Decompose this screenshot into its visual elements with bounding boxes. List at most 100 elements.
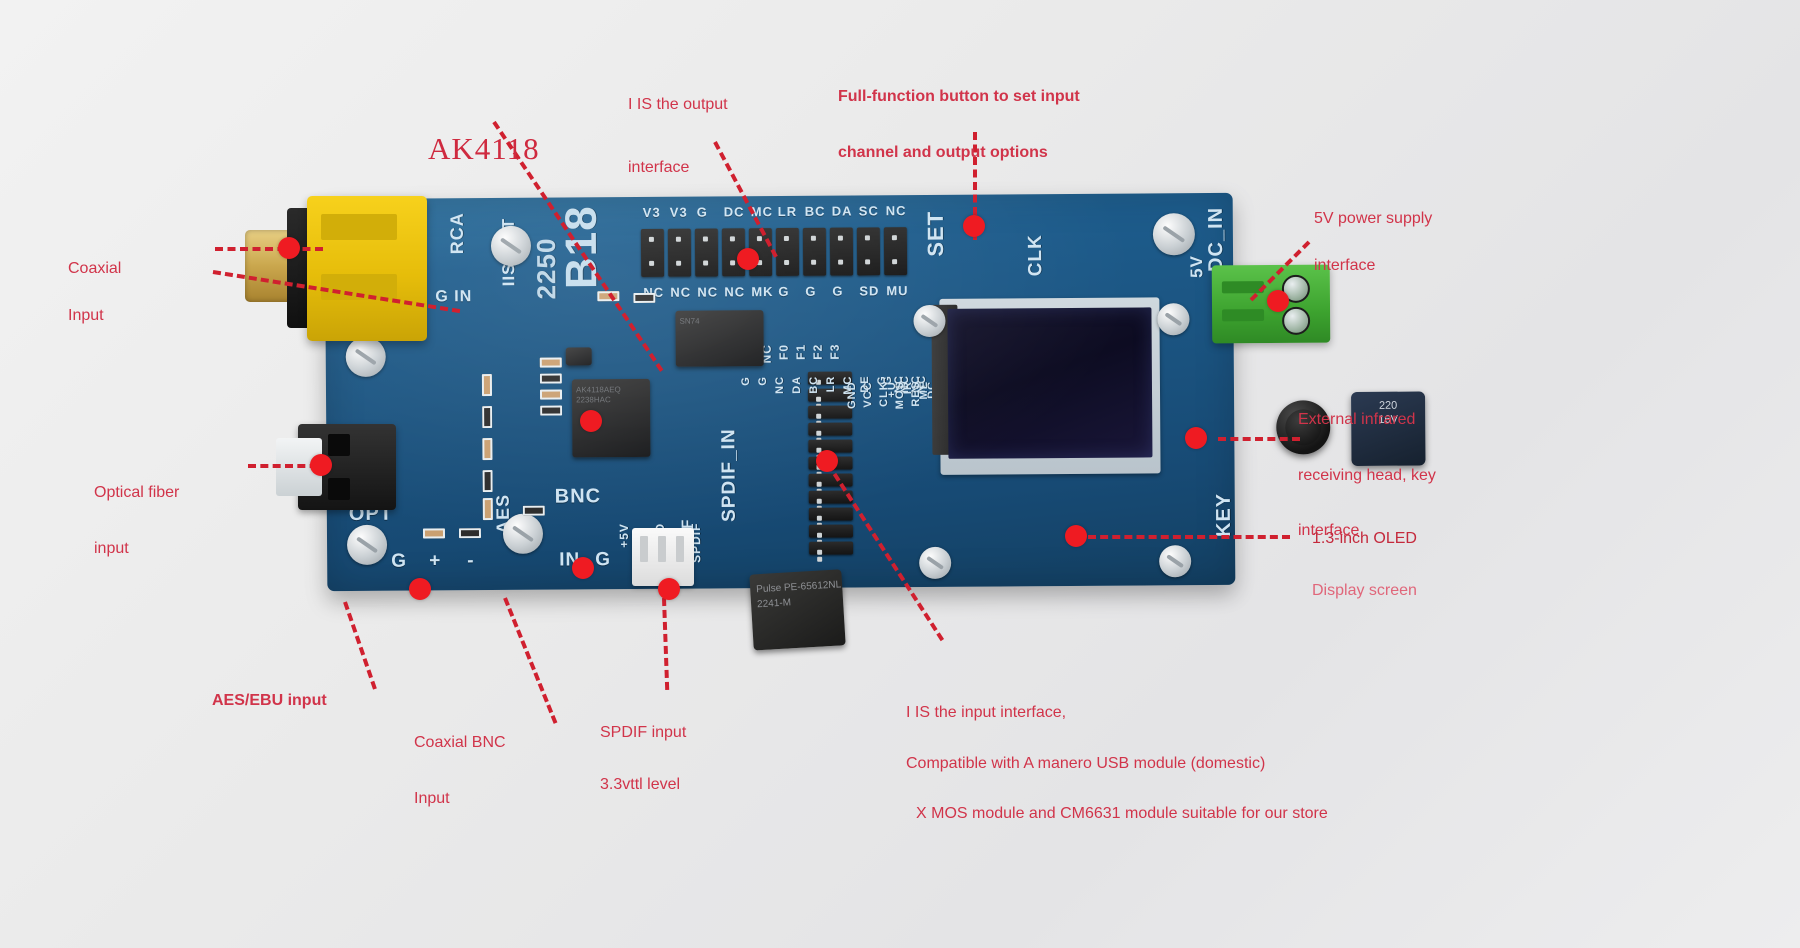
header-pin[interactable] bbox=[856, 227, 881, 276]
marker-dot bbox=[1267, 290, 1289, 312]
pin-label: VCC bbox=[861, 381, 875, 408]
transformer-label: Pulse PE-65612NL 2241-M bbox=[755, 579, 842, 611]
silk-dc-in: DC_IN bbox=[1204, 206, 1228, 273]
pin-label: - bbox=[467, 550, 475, 572]
pin-label: DE bbox=[858, 375, 872, 393]
pin-label: F1 bbox=[793, 343, 808, 360]
pin-label: G bbox=[739, 376, 752, 386]
silk-5v: 5V bbox=[1187, 255, 1207, 278]
oled-screen bbox=[947, 307, 1153, 459]
oled-flex-cable bbox=[931, 304, 959, 455]
header-pin[interactable] bbox=[807, 388, 853, 426]
pin-label: NC bbox=[915, 374, 929, 393]
marker-dot bbox=[572, 557, 594, 579]
mount-hole bbox=[913, 304, 946, 338]
silk-key: KEY bbox=[1212, 492, 1236, 538]
header-pin[interactable] bbox=[667, 228, 692, 277]
annotation-spdif-input: SPDIF input 3.3vttl level bbox=[600, 724, 687, 793]
header-pin[interactable] bbox=[808, 473, 853, 511]
pin-label: G bbox=[875, 375, 888, 385]
pin-label: MK bbox=[751, 284, 774, 300]
annotation-aes-ebu-input: AES/EBU input bbox=[212, 692, 327, 710]
pin-label: SD bbox=[859, 283, 880, 299]
crystal bbox=[565, 347, 592, 366]
pin-label: F2 bbox=[810, 343, 825, 360]
header-pin[interactable] bbox=[807, 371, 852, 409]
mount-hole bbox=[346, 524, 388, 566]
header-pin[interactable] bbox=[808, 405, 853, 443]
pin-label: +5V bbox=[616, 523, 632, 548]
pin-label: + bbox=[429, 550, 442, 572]
pin-label: F0 bbox=[776, 343, 791, 361]
pin-label: G bbox=[756, 376, 769, 386]
header-pin[interactable] bbox=[694, 228, 719, 277]
pin-label: NC bbox=[773, 375, 787, 394]
pin-label: BC bbox=[807, 375, 821, 394]
annotation-full-function-button: Full-function button to set input channe… bbox=[838, 88, 1080, 161]
header-pin[interactable] bbox=[829, 227, 854, 276]
pin-label: NC bbox=[892, 375, 906, 394]
pin-label: DA bbox=[831, 203, 853, 219]
marker-dot bbox=[278, 237, 300, 259]
pin-label: LR bbox=[824, 375, 838, 393]
diagram-canvas: B18 2250 IIS OUT RCA G IN SET CLK 5V DC_… bbox=[0, 0, 1800, 948]
leader-line bbox=[662, 597, 670, 691]
marker-dot bbox=[816, 450, 838, 472]
silk-aes: AES bbox=[492, 493, 513, 535]
pin-label: CLK bbox=[877, 381, 891, 407]
pin-label: BC bbox=[804, 203, 826, 219]
oled-display bbox=[931, 297, 1161, 475]
pcb-board: B18 2250 IIS OUT RCA G IN SET CLK 5V DC_… bbox=[324, 192, 1426, 651]
mount-hole bbox=[1152, 213, 1196, 256]
header-pin[interactable] bbox=[808, 524, 854, 562]
annotation-5v-power-supply: 5V power supply interface bbox=[1314, 210, 1433, 274]
annotation-coaxial-bnc-input: Coaxial BNC Input bbox=[414, 734, 506, 807]
header-pin[interactable] bbox=[775, 227, 800, 277]
pin-label: NC bbox=[724, 284, 746, 300]
pin-label: SC bbox=[858, 203, 879, 219]
mount-hole bbox=[1157, 303, 1190, 336]
pin-label: NC bbox=[898, 375, 912, 394]
leader-line bbox=[215, 247, 323, 251]
pin-label: IR bbox=[901, 381, 915, 395]
pin-label: V3 bbox=[669, 204, 688, 220]
pin-label: G bbox=[805, 283, 817, 299]
silk-rca: RCA bbox=[446, 212, 468, 255]
pin-label: G bbox=[881, 375, 894, 385]
leader-line bbox=[503, 597, 558, 724]
marker-dot bbox=[409, 578, 431, 600]
silk-set: SET bbox=[922, 210, 949, 257]
header-pin[interactable] bbox=[883, 227, 908, 276]
header-pin[interactable] bbox=[640, 228, 665, 277]
pin-label: G bbox=[832, 283, 844, 299]
header-pin[interactable] bbox=[808, 422, 853, 460]
mount-hole bbox=[919, 546, 952, 580]
header-pin[interactable] bbox=[802, 227, 827, 276]
pin-label: MC bbox=[841, 375, 855, 395]
terminal-screw[interactable] bbox=[1282, 306, 1311, 335]
pin-label: G bbox=[391, 550, 408, 572]
silk-spdif-in: SPDIF_IN bbox=[718, 428, 740, 522]
marker-dot bbox=[310, 454, 332, 476]
pin-label: G bbox=[595, 549, 612, 571]
pin-label: MU bbox=[886, 283, 909, 299]
pin-label: UP bbox=[949, 380, 963, 399]
leader-line bbox=[343, 601, 377, 690]
header-pin[interactable] bbox=[809, 541, 854, 579]
marker-dot bbox=[1065, 525, 1087, 547]
mount-hole bbox=[1159, 545, 1192, 578]
pin-label: RES bbox=[909, 381, 923, 407]
pin-label: G bbox=[778, 283, 790, 300]
leader-line bbox=[1218, 437, 1300, 441]
pin-label: DC bbox=[925, 380, 939, 399]
pin-label: NC bbox=[670, 284, 692, 300]
header-pin[interactable] bbox=[808, 507, 853, 545]
pin-label: MOS bbox=[893, 381, 907, 410]
pin-label: NC bbox=[909, 375, 923, 393]
rca-coaxial-jack bbox=[245, 196, 445, 341]
pin-label: +U bbox=[885, 381, 899, 398]
pulse-transformer: Pulse PE-65612NL 2241-M bbox=[749, 569, 846, 651]
marker-dot bbox=[963, 215, 985, 237]
silk-board-revision: 2250 bbox=[530, 237, 562, 300]
pin-label: G bbox=[696, 204, 708, 220]
